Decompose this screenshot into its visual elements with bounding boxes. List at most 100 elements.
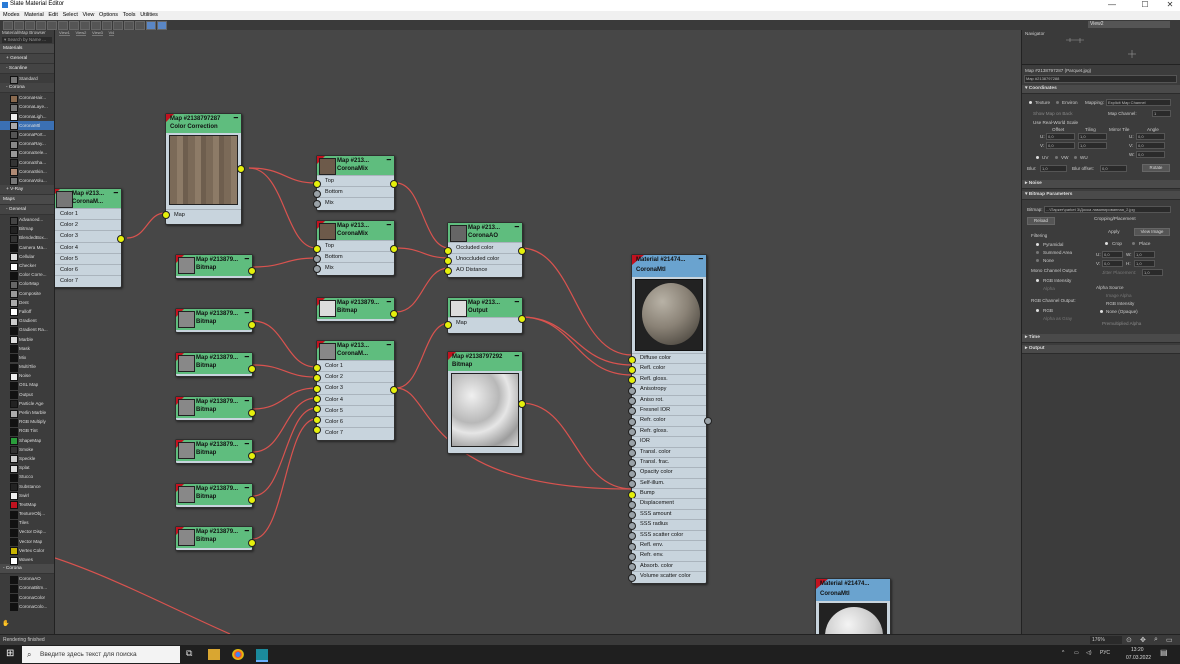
view-image-button[interactable]: View Image	[1134, 228, 1170, 236]
browser-item[interactable]: Splat	[0, 463, 54, 473]
3dsmax-icon[interactable]	[256, 649, 268, 662]
minimize-node-icon[interactable]: ━	[245, 397, 249, 405]
output-port[interactable]	[390, 245, 398, 253]
none-filter-radio[interactable]	[1036, 259, 1039, 262]
material-slot[interactable]: IOR	[628, 436, 706, 447]
browser-item[interactable]: Substance	[0, 482, 54, 491]
node-slot[interactable]: Top	[317, 240, 394, 251]
v-offset-field[interactable]: 0,0	[1046, 142, 1075, 149]
material-slot[interactable]: Transl. color	[628, 446, 706, 458]
browser-item[interactable]: CoronaVolu...	[0, 176, 54, 186]
output-port[interactable]	[237, 165, 245, 173]
clock-date[interactable]: 07.03.2022	[1126, 655, 1151, 661]
place-radio[interactable]	[1132, 242, 1135, 245]
material-slot[interactable]: Refl. env.	[628, 540, 706, 551]
input-port[interactable]	[628, 365, 636, 374]
output-port[interactable]	[248, 267, 256, 275]
output-port[interactable]	[704, 417, 712, 425]
clock-time[interactable]: 13:20	[1131, 647, 1144, 653]
material-slot[interactable]: Volume scatter color	[628, 571, 706, 582]
zoom-region-icon[interactable]: ▭	[1166, 636, 1173, 644]
input-port[interactable]	[628, 532, 636, 541]
task-view-icon[interactable]: ⧉	[186, 648, 198, 659]
image-alpha-radio[interactable]: Image Alpha	[1106, 293, 1132, 298]
material-slot[interactable]: SSS amount	[628, 508, 706, 520]
u-angle-field[interactable]: 0,0	[1136, 133, 1165, 140]
node-slot[interactable]: Bottom	[317, 251, 394, 262]
summed-area-radio[interactable]	[1036, 251, 1039, 254]
zoom-icon[interactable]: ⌕	[1154, 636, 1158, 644]
v-angle-field[interactable]: 0,0	[1136, 142, 1165, 149]
node-slot[interactable]: Color 3	[55, 230, 121, 241]
input-port[interactable]	[628, 438, 636, 447]
browser-item[interactable]: CoronaPort...	[0, 130, 54, 140]
texture-radio[interactable]	[1029, 101, 1032, 104]
input-port[interactable]	[628, 542, 636, 551]
crop-h-field[interactable]: 1,0	[1134, 260, 1155, 267]
select-tool-icon[interactable]	[3, 21, 13, 30]
browser-item[interactable]: Waves	[0, 555, 54, 565]
browser-item[interactable]: BlendedBox...	[0, 233, 54, 243]
minimize-node-icon[interactable]: ━	[245, 527, 249, 535]
browser-item[interactable]: OSL Map	[0, 380, 54, 390]
material-slot[interactable]: SSS radius	[628, 519, 706, 530]
browser-item[interactable]: Vector Map	[0, 537, 54, 547]
node-slot[interactable]: Bottom	[317, 186, 394, 197]
crop-radio[interactable]	[1105, 242, 1108, 245]
input-port[interactable]	[628, 449, 636, 458]
input-port[interactable]	[628, 376, 636, 385]
browser-subcategory[interactable]: - Corona	[0, 83, 54, 94]
show-map-icon[interactable]	[80, 21, 90, 30]
browser-item[interactable]: Bitmap	[0, 224, 54, 234]
input-port[interactable]	[444, 321, 452, 329]
node-slot[interactable]: Unoccluded color	[448, 253, 522, 264]
pan-icon[interactable]: ✥	[1140, 636, 1146, 644]
node-slot[interactable]: Color 5	[55, 252, 121, 264]
minimize-node-icon[interactable]: ━	[245, 484, 249, 492]
node-slot[interactable]: Color 2	[55, 219, 121, 230]
layout-all-icon[interactable]	[102, 21, 112, 30]
input-port[interactable]	[444, 267, 452, 275]
zoom-dropdown[interactable]: 176%	[1090, 636, 1122, 644]
minimize-node-icon[interactable]: ━	[515, 223, 519, 231]
navigator-toggle-icon[interactable]	[146, 21, 156, 30]
browser-item[interactable]: Vertex Color	[0, 546, 54, 556]
minimize-node-icon[interactable]: ━	[245, 255, 249, 263]
output-port[interactable]	[248, 539, 256, 547]
node-slot[interactable]: Color 5	[317, 404, 394, 416]
output-port[interactable]	[518, 400, 526, 408]
input-port[interactable]	[628, 355, 636, 364]
node-slot[interactable]: AO Distance	[448, 264, 522, 275]
output-port[interactable]	[117, 235, 125, 243]
file-explorer-icon[interactable]	[208, 649, 220, 660]
material-slot[interactable]: Absorb. color	[628, 560, 706, 572]
input-port[interactable]	[628, 563, 636, 572]
input-port[interactable]	[162, 211, 170, 219]
browser-item[interactable]: Speckle	[0, 454, 54, 464]
input-port[interactable]	[628, 417, 636, 426]
material-slot[interactable]: Anisotropy	[628, 384, 706, 395]
browser-item[interactable]: Swirl	[0, 491, 54, 501]
input-port[interactable]	[444, 247, 452, 255]
bitmap-path-button[interactable]: ...\Паркет\parket 3\Доска ламинированная…	[1044, 206, 1171, 213]
premultiplied-checkbox[interactable]: Premultiplied Alpha	[1102, 321, 1141, 326]
node-slot[interactable]: Top	[317, 175, 394, 186]
material-slot[interactable]: Refr. color	[628, 415, 706, 426]
material-slot[interactable]: Diffuse color	[628, 353, 706, 364]
browser-item[interactable]: Cellular	[0, 252, 54, 262]
real-world-checkbox[interactable]: Use Real-World Scale	[1033, 120, 1078, 125]
output-port[interactable]	[518, 315, 526, 323]
output-port[interactable]	[248, 365, 256, 373]
menu-edit[interactable]: Edit	[48, 11, 57, 20]
move-children-icon[interactable]	[58, 21, 68, 30]
minimize-node-icon[interactable]: ━	[515, 352, 519, 360]
v-tiling-field[interactable]: 1,0	[1078, 142, 1107, 149]
material-slot[interactable]: Displacement	[628, 498, 706, 509]
blur-offset-field[interactable]: 0,0	[1100, 165, 1127, 172]
output-port[interactable]	[518, 247, 526, 255]
hand-tool-icon[interactable]: ✋	[2, 620, 10, 628]
reload-button[interactable]: Reload	[1027, 217, 1055, 225]
show-background-icon[interactable]	[91, 21, 101, 30]
input-port[interactable]	[313, 255, 321, 263]
material-map-browser-icon[interactable]	[124, 21, 134, 30]
